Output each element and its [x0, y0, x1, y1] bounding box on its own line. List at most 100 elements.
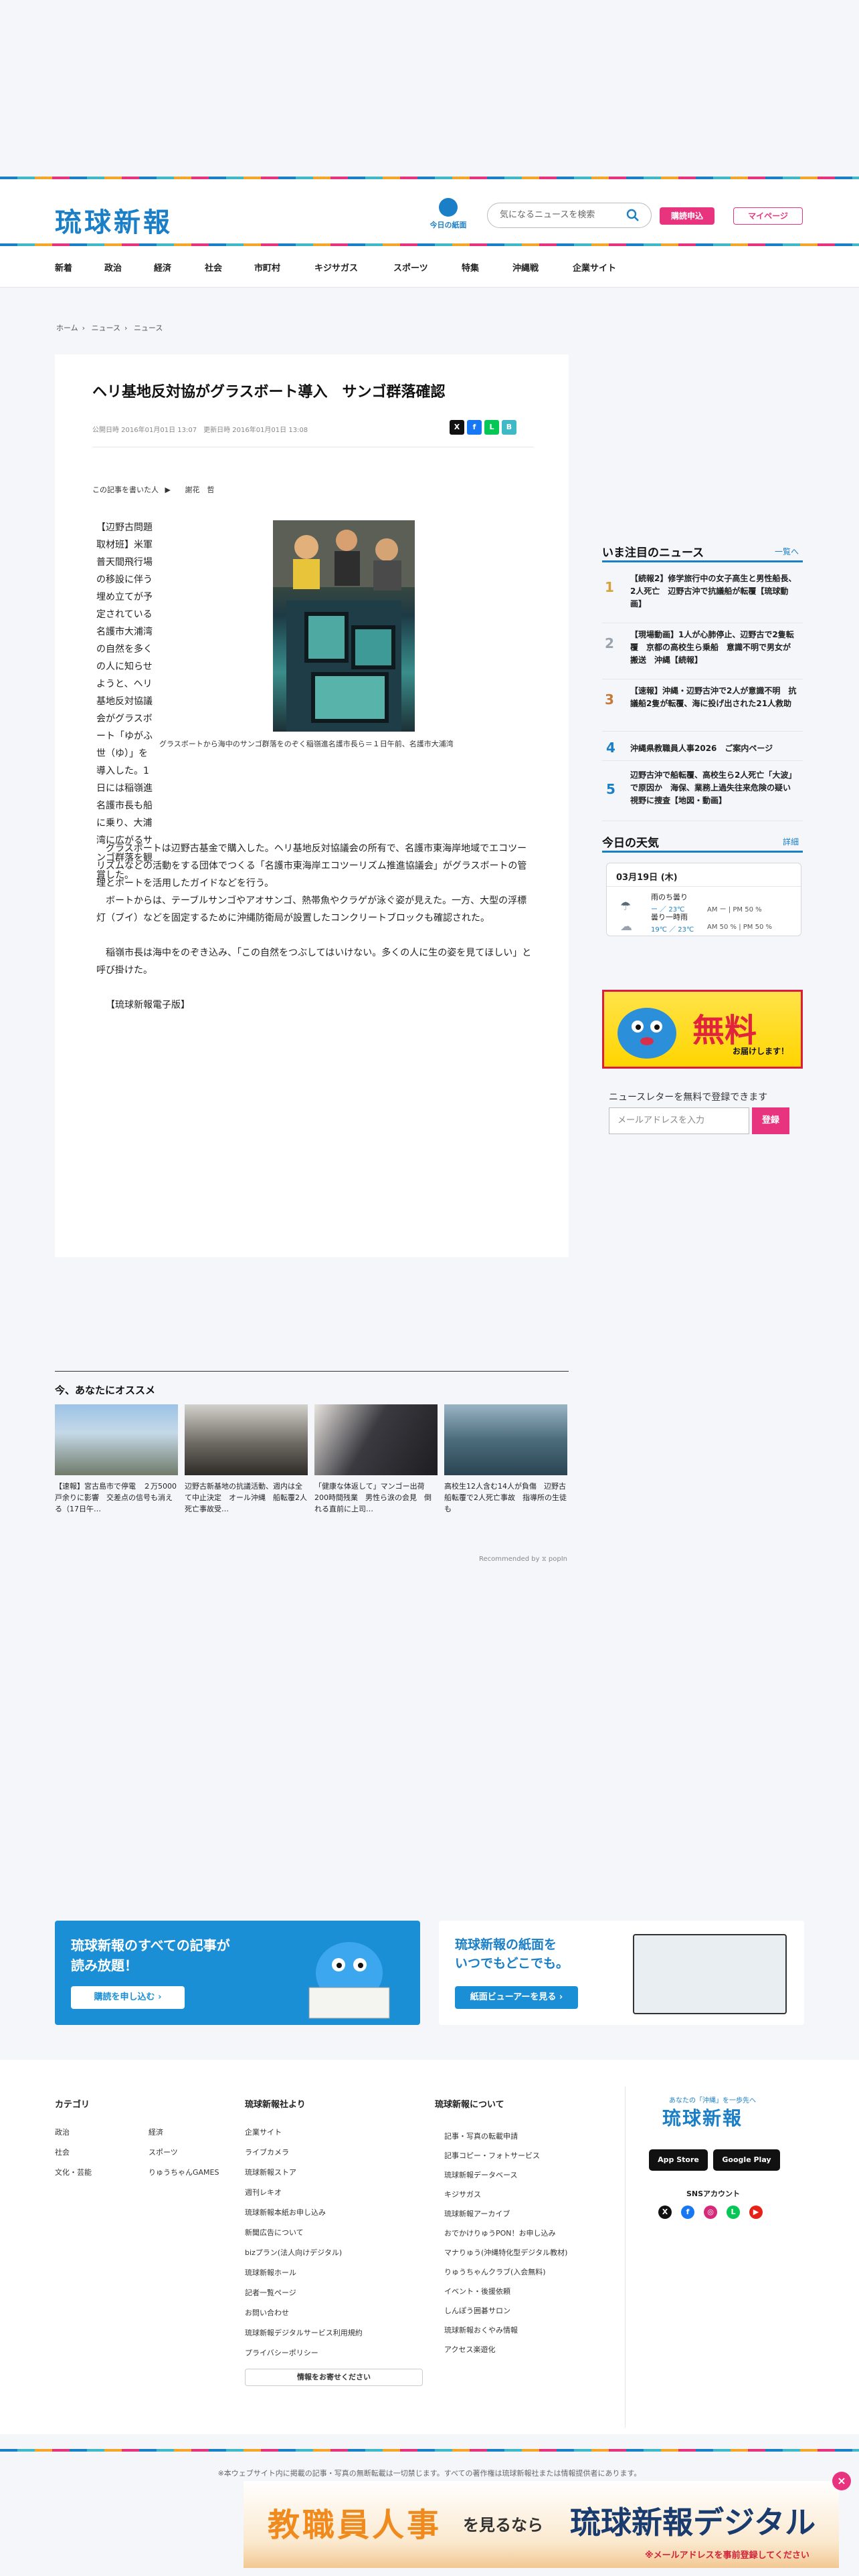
footer-link[interactable]: お問い合わせ — [245, 2307, 419, 2327]
sidebar-ad-banner[interactable]: 無料 お届けします！ — [602, 990, 803, 1069]
recommend-card[interactable]: 【速報】宮古島市で停電 ２万5000戸余りに影響 交差点の信号も消える（17日午… — [55, 1404, 178, 1518]
youtube-icon[interactable]: ▶ — [749, 2206, 763, 2219]
line-share-icon[interactable]: L — [484, 420, 499, 435]
ranking-item[interactable]: 2 【現場動画】1人が心肺停止、辺野古で2隻転覆 京都の高校生ら乗船 意識不明で… — [602, 629, 803, 679]
subscribe-promo-banner[interactable]: 琉球新報のすべての記事が 読み放題！ 購読を申し込む › — [55, 1921, 420, 2025]
recommend-card[interactable]: 高校生12人含む14人が負傷 辺野古船転覆で2人死亡事故 指導所の生徒も — [444, 1404, 567, 1518]
nav-item-sports[interactable]: スポーツ — [393, 261, 428, 274]
footer-link[interactable]: おでかけりゅうPON！お申し込み — [444, 2228, 618, 2247]
recommend-title: 今、あなたにオススメ — [55, 1384, 156, 1396]
weather-widget[interactable]: 03月19日 (木) ☂ 雨のち曇り ー ／ 23℃ AM ー | PM 50 … — [606, 863, 801, 936]
bookmark-share-icon[interactable]: B — [502, 420, 516, 435]
footer-link[interactable]: 文化・芸能 — [55, 2167, 92, 2177]
newsletter-submit-button[interactable]: 登録 — [752, 1107, 789, 1134]
viewer-promo-banner[interactable]: 琉球新報の紙面を いつでもどこでも。 紙面ビューアーを見る › — [439, 1921, 804, 2025]
promo-viewer-button[interactable]: 紙面ビューアーを見る › — [455, 1986, 578, 2009]
footer-link[interactable]: 琉球新報アーカイブ — [444, 2208, 618, 2228]
todays-paper-label: 今日の紙面 — [430, 221, 467, 229]
footer-link[interactable]: 琉球新報デジタルサービス利用規約 — [245, 2327, 419, 2347]
facebook-share-icon[interactable]: f — [467, 420, 482, 435]
breadcrumb-news-sub[interactable]: ニュース — [134, 324, 163, 332]
mascot-icon — [617, 1008, 676, 1059]
todays-paper-button[interactable]: 今日の紙面 — [428, 198, 468, 234]
app-store-button[interactable]: App Store — [649, 2149, 708, 2171]
footer-company-links: 企業サイト ライブカメラ 琉球新報ストア 週刊レキオ 琉球新報本紙お申し込み 新… — [245, 2127, 423, 2386]
nav-item-okinawa-war[interactable]: 沖縄戦 — [512, 261, 539, 274]
footer-link[interactable]: bizプラン(法人向けデジタル) — [245, 2247, 419, 2267]
breadcrumb-news[interactable]: ニュース — [92, 324, 120, 332]
ranking-underline — [602, 560, 803, 562]
recommend-card[interactable]: 辺野古新基地の抗議活動、週内は全て中止決定 オール沖縄 船転覆2人死亡事故受… — [185, 1404, 308, 1518]
footer-about-links: 記事・写真の転載申請 記事コピー・フォトサービス 琉球新報データベース キジサガ… — [444, 2131, 618, 2363]
close-icon[interactable]: × — [832, 2472, 851, 2490]
subscribe-button[interactable]: 購読申込 — [660, 207, 714, 225]
promo-subscribe-button[interactable]: 購読を申し込む › — [71, 1986, 185, 2009]
recommend-card[interactable]: 「健康な体返して」マンゴー出荷200時間残業 男性ら涙の会見 倒れる直前に上司… — [314, 1404, 438, 1518]
rank-number: 1 — [605, 579, 614, 595]
instagram-icon[interactable]: ◎ — [704, 2206, 717, 2219]
recommend-image — [314, 1404, 438, 1475]
footer-link[interactable]: 琉球新報本紙お申し込み — [245, 2207, 419, 2227]
nav-item-economy[interactable]: 経済 — [154, 261, 171, 274]
line-icon[interactable]: L — [727, 2206, 740, 2219]
weather-more-link[interactable]: 詳細 — [783, 836, 799, 847]
footer-link[interactable]: 琉球新報ホール — [245, 2267, 419, 2287]
weather-title: 今日の天気 — [602, 837, 659, 850]
footer-link[interactable]: マナりゅう(沖縄特化型デジタル教材) — [444, 2247, 618, 2266]
recommend-powered-by[interactable]: Recommended by ⧖ popIn — [479, 1555, 567, 1563]
rank-number: 4 — [606, 740, 615, 756]
footer-link[interactable]: しんぽう囲碁サロン — [444, 2305, 618, 2325]
footer-link[interactable]: 琉球新報ストア — [245, 2167, 419, 2187]
nav-item-features[interactable]: 特集 — [462, 261, 479, 274]
footer-link[interactable]: 琉球新報データベース — [444, 2169, 618, 2189]
divider — [55, 1371, 569, 1372]
ranking-item[interactable]: 1 【続報2】修学旅行中の女子高生と男性船長、2人死亡 辺野古沖で抗議船が転覆【… — [602, 572, 803, 623]
x-share-icon[interactable]: X — [450, 420, 464, 435]
footer-link[interactable]: 政治 — [55, 2127, 70, 2137]
main-nav — [0, 246, 859, 288]
facebook-icon[interactable]: f — [681, 2206, 694, 2219]
newsletter-email-field[interactable]: メールアドレスを入力 — [609, 1107, 749, 1134]
newsletter-label: ニュースレターを無料で登録できます — [609, 1092, 768, 1103]
mypage-button[interactable]: マイページ — [733, 207, 803, 225]
x-icon[interactable]: X — [658, 2206, 672, 2219]
footer-link[interactable]: 経済 — [149, 2127, 163, 2137]
footer-link[interactable]: 琉球新報おくやみ情報 — [444, 2325, 618, 2344]
footer-link[interactable]: りゅうちゃんGAMES — [149, 2167, 219, 2177]
ranking-more-link[interactable]: 一覧へ — [775, 546, 799, 557]
ranking-item[interactable]: 4 沖縄県教職員人事2026 ご案内ページ — [602, 738, 803, 761]
footer-link[interactable]: ライブカメラ — [245, 2147, 419, 2167]
site-logo[interactable]: 琉球新報 — [55, 201, 173, 239]
recommend-text: 【速報】宮古島市で停電 ２万5000戸余りに影響 交差点の信号も消える（17日午… — [55, 1482, 177, 1513]
footer-link[interactable]: アクセス楽遊化 — [444, 2344, 618, 2363]
article-paragraph-3: 稲嶺市長は海中をのぞき込み、「この自然をつぶしてはいけない。多くの人に生の姿を見… — [96, 948, 532, 976]
footer-link[interactable]: 記者一覧ページ — [245, 2287, 419, 2307]
submit-tip-button[interactable]: 情報をお寄せください — [245, 2369, 423, 2386]
footer-link[interactable]: 企業サイト — [245, 2127, 419, 2147]
bottom-ad-banner[interactable]: 教職員人事 を見るなら 琉球新報デジタル ※メールアドレスを事前登録してください — [244, 2481, 839, 2568]
author-name[interactable]: 謝花 哲 — [185, 486, 214, 494]
nav-item-corporate[interactable]: 企業サイト — [573, 261, 616, 274]
footer-link[interactable]: プライバシーポリシー — [245, 2347, 419, 2367]
footer-link[interactable]: キジサガス — [444, 2189, 618, 2208]
nav-item-kijisagasu[interactable]: キジサガス — [314, 261, 358, 274]
nav-item-society[interactable]: 社会 — [205, 261, 222, 274]
breadcrumb-home[interactable]: ホーム — [56, 324, 78, 332]
footer-link[interactable]: 新聞広告について — [245, 2227, 419, 2247]
ranking-item[interactable]: 3 【速報】沖縄・辺野古沖で2人が意識不明 抗議船2隻が転覆、海に投げ出された2… — [602, 685, 803, 732]
nav-item-new[interactable]: 新着 — [55, 261, 72, 274]
search-icon[interactable] — [626, 209, 640, 222]
nav-item-politics[interactable]: 政治 — [104, 261, 122, 274]
footer-link[interactable]: スポーツ — [149, 2147, 178, 2157]
footer-link[interactable]: 週刊レキオ — [245, 2187, 419, 2207]
footer-link[interactable]: 記事・写真の転載申請 — [444, 2131, 618, 2150]
nav-item-municipal[interactable]: 市町村 — [254, 261, 280, 274]
footer-link[interactable]: 社会 — [55, 2147, 70, 2157]
footer-logo[interactable]: 琉球新報 — [662, 2104, 743, 2131]
footer-link[interactable]: 記事コピー・フォトサービス — [444, 2150, 618, 2169]
bottom-ad-main-text: 教職員人事 — [268, 2506, 442, 2544]
footer-link[interactable]: りゅうちゃんクラブ(入会無料) — [444, 2266, 618, 2286]
google-play-button[interactable]: Google Play — [713, 2149, 780, 2171]
footer-link[interactable]: イベント・後援依頼 — [444, 2286, 618, 2305]
ranking-item[interactable]: 5 辺野古沖で船転覆、高校生ら2人死亡「大波」で原因か 海保、業務上過失往来危険… — [602, 769, 803, 821]
